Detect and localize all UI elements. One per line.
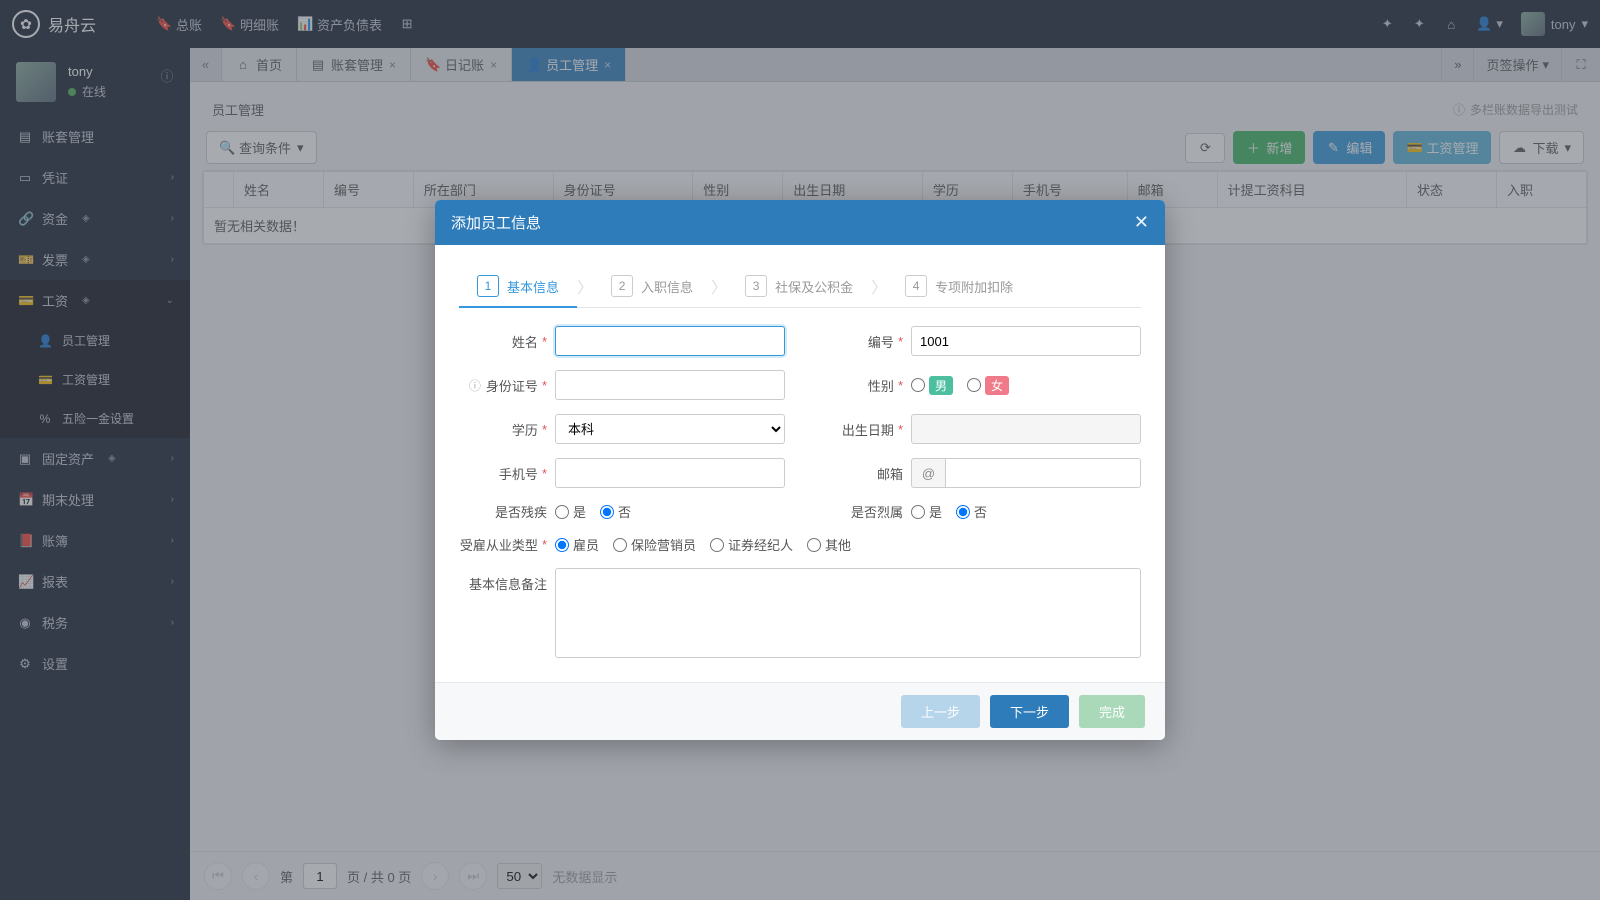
email-group: @ (911, 458, 1141, 488)
notes-textarea[interactable] (555, 568, 1141, 658)
emptype-radio-group: 雇员 保险营销员 证券经纪人 其他 (555, 535, 851, 554)
idno-input[interactable] (555, 370, 785, 400)
emptype-b[interactable]: 保险营销员 (613, 535, 696, 554)
gender-radio-group: 男 女 (911, 376, 1009, 395)
emptype-d[interactable]: 其他 (807, 535, 851, 554)
emptype-a[interactable]: 雇员 (555, 535, 599, 554)
modal-body: 1基本信息 〉 2入职信息 〉 3社保及公积金 〉 4专项附加扣除 姓名* 编号… (435, 245, 1165, 682)
next-step-button[interactable]: 下一步 (990, 695, 1069, 728)
step-3[interactable]: 3社保及公积金 (727, 265, 871, 307)
gender-female[interactable]: 女 (967, 376, 1009, 395)
field-phone: 手机号* (459, 458, 785, 488)
martyr-radio-group: 是 否 (911, 502, 987, 521)
field-edu: 学历* 本科 (459, 414, 785, 444)
field-gender: 性别* 男 女 (815, 370, 1141, 400)
modal-title: 添加员工信息 (451, 212, 541, 233)
modal-header: 添加员工信息 ✕ (435, 200, 1165, 245)
gender-male[interactable]: 男 (911, 376, 953, 395)
disabled-no[interactable]: 否 (600, 502, 631, 521)
info-icon: ⓘ (468, 377, 482, 394)
step-2[interactable]: 2入职信息 (593, 265, 711, 307)
step-arrow-icon: 〉 (711, 274, 727, 298)
email-at-icon: @ (911, 458, 945, 488)
field-name: 姓名* (459, 326, 785, 356)
martyr-yes[interactable]: 是 (911, 502, 942, 521)
emptype-c[interactable]: 证券经纪人 (710, 535, 793, 554)
modal-footer: 上一步 下一步 完成 (435, 682, 1165, 740)
step-4[interactable]: 4专项附加扣除 (887, 265, 1031, 307)
done-button[interactable]: 完成 (1079, 695, 1145, 728)
step-1[interactable]: 1基本信息 (459, 265, 577, 307)
field-idno: ⓘ身份证号* (459, 370, 785, 400)
field-birth: 出生日期* (815, 414, 1141, 444)
prev-step-button[interactable]: 上一步 (901, 695, 980, 728)
form: 姓名* 编号* ⓘ身份证号* 性别* 男 女 (459, 326, 1141, 658)
martyr-no[interactable]: 否 (956, 502, 987, 521)
field-code: 编号* (815, 326, 1141, 356)
field-martyr: 是否烈属 是 否 (815, 502, 1141, 521)
modal: 添加员工信息 ✕ 1基本信息 〉 2入职信息 〉 3社保及公积金 〉 4专项附加… (435, 200, 1165, 740)
step-arrow-icon: 〉 (871, 274, 887, 298)
phone-input[interactable] (555, 458, 785, 488)
step-arrow-icon: 〉 (577, 274, 593, 298)
edu-select[interactable]: 本科 (555, 414, 785, 444)
field-emptype: 受雇从业类型* 雇员 保险营销员 证券经纪人 其他 (459, 535, 1141, 554)
steps: 1基本信息 〉 2入职信息 〉 3社保及公积金 〉 4专项附加扣除 (459, 265, 1141, 308)
modal-overlay: 添加员工信息 ✕ 1基本信息 〉 2入职信息 〉 3社保及公积金 〉 4专项附加… (0, 0, 1600, 900)
field-disabled: 是否残疾 是 否 (459, 502, 785, 521)
code-input[interactable] (911, 326, 1141, 356)
disabled-yes[interactable]: 是 (555, 502, 586, 521)
field-notes: 基本信息备注 (459, 568, 1141, 658)
email-input[interactable] (945, 458, 1141, 488)
birth-input[interactable] (911, 414, 1141, 444)
field-email: 邮箱 @ (815, 458, 1141, 488)
modal-close-button[interactable]: ✕ (1134, 212, 1149, 233)
disabled-radio-group: 是 否 (555, 502, 631, 521)
name-input[interactable] (555, 326, 785, 356)
